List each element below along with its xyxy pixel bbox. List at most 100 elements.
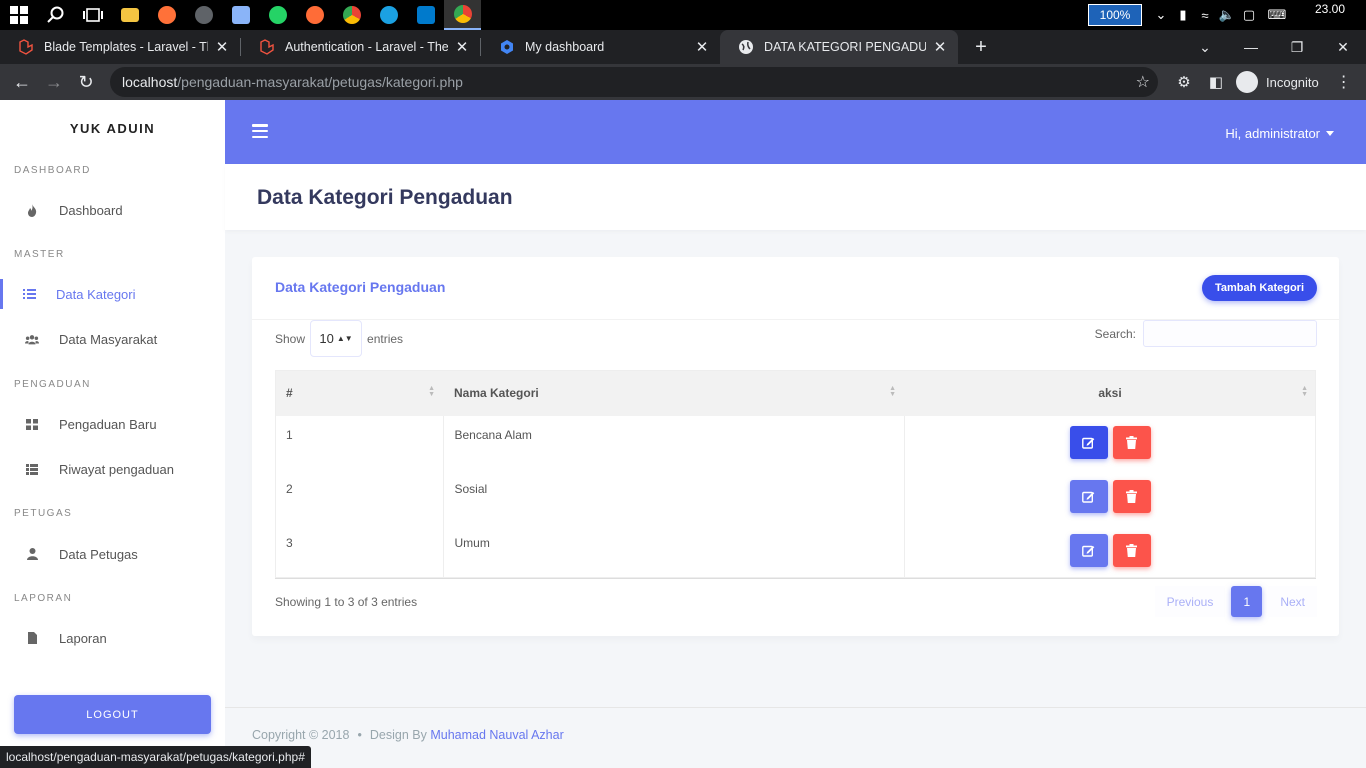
sort-arrows-icon: ▲▼	[336, 334, 353, 343]
sort-icon: ▲ ▼	[428, 385, 435, 398]
tab-my-dashboard[interactable]: My dashboard ✕	[481, 30, 720, 64]
task-view-icon[interactable]	[74, 0, 111, 30]
page-length-select[interactable]: 10 ▲▼	[310, 320, 363, 357]
incognito-profile[interactable]: Incognito	[1236, 71, 1319, 93]
sidebar-item-dashboard[interactable]: Dashboard	[0, 195, 225, 225]
column-header-aksi[interactable]: aksi ▲ ▼	[904, 370, 1316, 416]
volume-icon[interactable]: 🔈	[1216, 0, 1238, 30]
search-input[interactable]	[1143, 320, 1317, 347]
table-row: 2 Sosial	[275, 470, 1316, 524]
more-menu-icon[interactable]: ⋮	[1329, 72, 1359, 92]
author-link[interactable]: Muhamad Nauval Azhar	[430, 728, 563, 742]
add-kategori-button[interactable]: Tambah Kategori	[1201, 275, 1317, 301]
bookmark-star-icon[interactable]: ☆	[1136, 72, 1150, 92]
sidebar-item-data-petugas[interactable]: Data Petugas	[0, 539, 225, 569]
vscode-icon[interactable]	[407, 0, 444, 30]
previous-page-button[interactable]: Previous	[1154, 586, 1226, 617]
sidebar-item-data-kategori[interactable]: Data Kategori	[0, 279, 225, 309]
users-icon	[25, 332, 39, 346]
wifi-icon[interactable]: ≈	[1194, 0, 1216, 30]
extensions-icon[interactable]: ⚙	[1168, 73, 1200, 91]
column-header-nama-kategori[interactable]: Nama Kategori ▲ ▼	[443, 370, 904, 416]
new-tab-button[interactable]: +	[966, 36, 996, 59]
battery-icon[interactable]: ▮	[1172, 0, 1194, 30]
sidebar-item-riwayat-pengaduan[interactable]: Riwayat pengaduan	[0, 454, 225, 484]
firefox-icon[interactable]	[148, 0, 185, 30]
show-label: Show	[275, 331, 306, 346]
maximize-icon[interactable]: ❐	[1274, 39, 1320, 56]
tab-title: DATA KATEGORI PENGADUAN	[764, 40, 926, 54]
edit-button[interactable]	[1069, 480, 1108, 513]
next-page-button[interactable]: Next	[1268, 586, 1317, 617]
keyboard-icon[interactable]: ⌨	[1260, 0, 1294, 30]
edit-icon	[1082, 491, 1095, 503]
edit-button[interactable]	[1069, 534, 1108, 567]
app-icon[interactable]	[370, 0, 407, 30]
page-1-button[interactable]: 1	[1231, 586, 1263, 617]
section-petugas: PETUGAS	[14, 508, 73, 519]
table-list-icon	[25, 462, 39, 476]
forward-icon[interactable]: →	[38, 72, 70, 93]
top-navbar: Hi, administrator	[225, 100, 1366, 164]
side-panel-icon[interactable]: ◧	[1200, 73, 1232, 91]
whatsapp-icon[interactable]	[259, 0, 296, 30]
copyright: Copyright © 2018	[252, 728, 350, 742]
app-icon[interactable]	[185, 0, 222, 30]
trash-icon	[1126, 544, 1138, 557]
laravel-icon	[18, 39, 34, 55]
tab-data-kategori[interactable]: DATA KATEGORI PENGADUAN ✕	[720, 30, 958, 64]
chrome-icon[interactable]	[333, 0, 370, 30]
user-dropdown[interactable]: Hi, administrator	[1225, 126, 1334, 141]
app-icon[interactable]	[222, 0, 259, 30]
minimize-icon[interactable]: —	[1228, 39, 1274, 55]
windows-start-icon[interactable]	[0, 0, 37, 30]
hamburger-menu-icon[interactable]	[252, 124, 268, 138]
tab-blade-templates[interactable]: Blade Templates - Laravel - The P ✕	[0, 30, 240, 64]
card-title: Data Kategori Pengaduan	[275, 279, 446, 295]
tab-search-icon[interactable]: ⌄	[1182, 39, 1228, 56]
row-kategori-name: Bencana Alam	[442, 416, 904, 470]
back-icon[interactable]: ←	[6, 72, 38, 93]
close-icon[interactable]: ✕	[694, 38, 710, 56]
reload-icon[interactable]: ↻	[70, 72, 102, 93]
incognito-label: Incognito	[1266, 74, 1319, 90]
chevron-up-icon[interactable]: ⌄	[1150, 0, 1172, 30]
sidebar-item-data-masyarakat[interactable]: Data Masyarakat	[0, 324, 225, 354]
sidebar-item-laporan[interactable]: Laporan	[0, 623, 225, 653]
notification-icon[interactable]: ▢	[1238, 0, 1260, 30]
address-bar[interactable]: i localhost/pengaduan-masyarakat/petugas…	[110, 67, 1158, 419]
status-bar-url: localhost/pengaduan-masyarakat/petugas/k…	[0, 746, 311, 768]
delete-button[interactable]	[1112, 534, 1151, 567]
close-icon[interactable]: ✕	[932, 38, 948, 56]
table-row: 3 Umum	[275, 524, 1316, 579]
brand[interactable]: YUK ADUIN	[0, 121, 225, 136]
zoom-level[interactable]: 100%	[1088, 4, 1142, 26]
row-number: 3	[275, 524, 443, 579]
close-window-icon[interactable]: ✕	[1320, 39, 1366, 56]
table-search: Search:	[1095, 320, 1317, 347]
logout-button[interactable]: LOGOUT	[14, 695, 211, 734]
clock[interactable]: 23.00	[1294, 2, 1366, 16]
sidebar-item-pengaduan-baru[interactable]: Pengaduan Baru	[0, 409, 225, 439]
close-icon[interactable]: ✕	[214, 38, 230, 56]
close-icon[interactable]: ✕	[454, 38, 470, 56]
delete-button[interactable]	[1112, 426, 1151, 459]
delete-button[interactable]	[1112, 480, 1151, 513]
sort-icon: ▲ ▼	[889, 385, 896, 398]
search-icon[interactable]	[37, 0, 74, 30]
postman-icon[interactable]	[296, 0, 333, 30]
edit-button[interactable]	[1069, 426, 1108, 459]
tab-authentication[interactable]: Authentication - Laravel - The PH ✕	[241, 30, 480, 64]
column-header-number[interactable]: # ▲ ▼	[275, 370, 443, 416]
url-host: localhost	[122, 74, 178, 90]
chrome-icon[interactable]	[444, 0, 481, 30]
file-explorer-icon[interactable]	[111, 0, 148, 30]
windows-taskbar: 100% ⌄ ▮ ≈ 🔈 ▢ ⌨ 23.00	[0, 0, 1366, 30]
bullet-separator: •	[357, 728, 362, 742]
row-actions	[903, 416, 1316, 470]
incognito-icon	[1236, 71, 1258, 93]
kategori-card: Data Kategori Pengaduan Tambah Kategori …	[252, 257, 1339, 636]
file-icon	[25, 631, 39, 645]
page-title: Data Kategori Pengaduan	[257, 186, 513, 209]
section-dashboard: DASHBOARD	[14, 165, 91, 176]
